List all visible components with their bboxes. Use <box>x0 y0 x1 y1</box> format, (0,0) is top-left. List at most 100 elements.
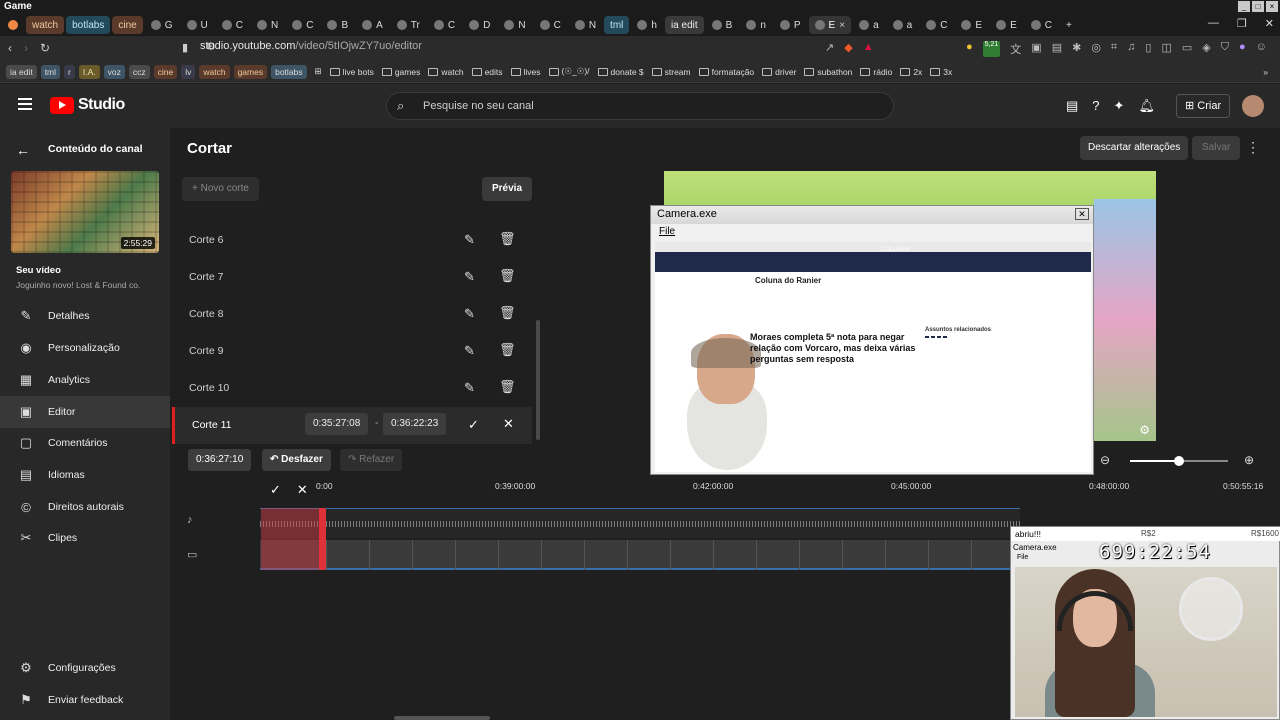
close-tab-icon[interactable]: × <box>839 20 845 31</box>
cut-row[interactable]: Corte 8 ✎ 🗑︎ <box>172 296 532 333</box>
settings-gear-icon[interactable]: ⚙ <box>1139 423 1150 437</box>
sidebar-item-idiomas[interactable]: ▤ Idiomas <box>0 459 170 491</box>
close-icon[interactable]: ✕ <box>1075 208 1089 220</box>
channel-content-link[interactable]: Conteúdo do canal <box>48 143 143 155</box>
save-button[interactable]: Salvar <box>1192 136 1241 160</box>
sidebar-item-settings[interactable]: ⚙ Configurações <box>0 652 170 684</box>
bookmark-item[interactable]: watch <box>428 67 464 77</box>
redo-button[interactable]: ↷ Refazer <box>340 449 403 471</box>
delete-trash-icon[interactable]: 🗑︎ <box>499 268 516 284</box>
bookmark-chip[interactable]: watch <box>199 64 230 79</box>
extension-icon[interactable]: ▯ <box>1145 41 1151 57</box>
browser-tab[interactable]: N <box>498 16 531 34</box>
browser-tab[interactable]: ia edit <box>664 16 704 34</box>
current-time-field[interactable]: 0:36:27:10 <box>188 449 252 471</box>
bookmark-item[interactable]: 3x <box>930 67 952 77</box>
rewards-icon[interactable]: ▲ <box>863 41 874 54</box>
edit-pencil-icon[interactable]: ✎ <box>464 343 475 359</box>
browser-tab[interactable]: B <box>321 16 354 34</box>
close-icon[interactable]: × <box>1266 1 1278 12</box>
sidebar-item-editor[interactable]: ▣ Editor <box>0 396 170 428</box>
video-thumbnail[interactable]: 2:55:29 <box>11 171 159 253</box>
delete-trash-icon[interactable]: 🗑︎ <box>499 342 516 358</box>
zoom-slider[interactable] <box>1130 456 1228 466</box>
bookmark-chip[interactable]: tml <box>40 64 61 79</box>
bookmark-item[interactable]: rádio <box>860 67 892 77</box>
extension-icon[interactable]: ● <box>1239 41 1246 57</box>
translate-icon[interactable]: 文 <box>1010 41 1021 57</box>
browser-tab[interactable]: cine <box>112 16 143 34</box>
bookmark-item[interactable]: 2x <box>900 67 922 77</box>
browser-tab[interactable]: h <box>631 16 663 34</box>
browser-tab[interactable]: C <box>1025 16 1058 34</box>
bookmark-item[interactable]: edits <box>471 67 503 77</box>
cancel-icon[interactable]: ✕ <box>503 416 514 432</box>
delete-trash-icon[interactable]: 🗑︎ <box>499 379 516 395</box>
extension-icon[interactable]: ▭ <box>1182 41 1192 57</box>
cut-start-field[interactable]: 0:35:27:08 <box>305 413 369 435</box>
cut-row[interactable]: Corte 9 ✎ 🗑︎ <box>172 333 532 370</box>
browser-tab[interactable]: C <box>428 16 461 34</box>
bookmark-item[interactable]: (☉_☉)/ <box>548 66 590 77</box>
discard-changes-button[interactable]: Descartar alterações <box>1080 136 1189 160</box>
help-icon[interactable]: ? <box>1092 98 1099 114</box>
extension-icon[interactable]: ● <box>966 41 973 57</box>
hamburger-menu-icon[interactable] <box>18 98 32 110</box>
browser-tab[interactable]: C <box>286 16 319 34</box>
zoom-out-icon[interactable]: ⊖ <box>1100 453 1110 467</box>
cut-row[interactable]: Corte 6 ✎ 🗑︎ <box>172 222 532 259</box>
new-tab-icon[interactable]: + <box>1060 16 1078 34</box>
bookmark-icon[interactable]: ▮ <box>182 41 188 54</box>
maximize-icon[interactable]: □ <box>1252 1 1264 12</box>
minimize-icon[interactable]: — <box>1208 17 1219 30</box>
extension-badge[interactable]: 5,21 <box>982 41 1001 57</box>
video-track[interactable] <box>260 540 1020 570</box>
cut-row-active[interactable]: Corte 11 0:35:27:08-0:36:22:23 ✓ ✕ <box>172 407 532 444</box>
brave-shield-icon[interactable]: ◆ <box>844 41 852 54</box>
preview-button[interactable]: Prévia <box>482 177 533 201</box>
bookmark-chip[interactable]: botlabs <box>271 64 307 79</box>
cut-selection-region[interactable] <box>261 508 321 570</box>
forward-arrow-icon[interactable]: › <box>24 41 28 55</box>
browser-tab[interactable]: Tr <box>391 16 426 34</box>
extension-icon[interactable]: ♫ <box>1127 41 1135 57</box>
edit-pencil-icon[interactable]: ✎ <box>464 232 475 248</box>
studio-logo[interactable]: Studio <box>50 96 125 114</box>
app-icon[interactable] <box>2 16 24 34</box>
browser-tab[interactable]: botlabs <box>66 16 111 34</box>
bookmark-chip[interactable]: cine <box>153 64 178 79</box>
browser-tab[interactable]: B <box>706 16 739 34</box>
browser-tab[interactable]: a <box>853 16 885 34</box>
delete-trash-icon[interactable]: 🗑︎ <box>499 305 516 321</box>
sidebar-item-feedback[interactable]: ⚑ Enviar feedback <box>0 684 170 716</box>
bookmark-chip[interactable]: lv <box>181 64 196 79</box>
reload-icon[interactable]: ↻ <box>40 41 50 55</box>
notifications-icon[interactable]: 🔔︎ <box>1138 98 1155 114</box>
delete-trash-icon[interactable]: 🗑︎ <box>499 231 516 247</box>
new-cut-button[interactable]: + Novo corte <box>182 177 259 201</box>
extension-icon[interactable]: ⌗ <box>1111 41 1117 57</box>
browser-tab[interactable]: n <box>740 16 772 34</box>
extension-icon[interactable]: ⛉ <box>1221 41 1229 57</box>
more-bookmarks-icon[interactable]: » <box>1263 67 1268 77</box>
bookmark-chip[interactable]: ccz <box>128 64 150 79</box>
file-menu[interactable]: File <box>659 226 675 237</box>
back-arrow-icon[interactable]: ← <box>16 142 30 158</box>
sidebar-item-direitos-autorais[interactable]: © Direitos autorais <box>0 491 170 523</box>
bookmark-item[interactable]: stream <box>651 67 691 77</box>
restore-icon[interactable]: ❐ <box>1237 17 1247 30</box>
bookmark-item[interactable]: subathon <box>804 67 852 77</box>
avatar[interactable] <box>1242 95 1264 117</box>
bookmark-chip[interactable]: I.A. <box>78 64 100 79</box>
bookmark-chip[interactable]: voz <box>103 64 125 79</box>
browser-tab[interactable]: N <box>251 16 284 34</box>
confirm-icon[interactable]: ✓ <box>468 417 479 433</box>
extension-icon[interactable]: ▣ <box>1031 41 1041 57</box>
bookmark-item[interactable]: lives <box>510 67 541 77</box>
minimize-icon[interactable]: _ <box>1238 1 1250 12</box>
cuts-scrollbar[interactable] <box>536 320 540 440</box>
browser-tab[interactable]: watch <box>26 16 65 34</box>
url-field[interactable]: studio.youtube.com/video/5tIOjwZY7uo/edi… <box>200 40 422 52</box>
bookmark-item[interactable]: formatação <box>698 67 754 77</box>
sparkle-icon[interactable]: ✦ <box>1114 98 1125 114</box>
